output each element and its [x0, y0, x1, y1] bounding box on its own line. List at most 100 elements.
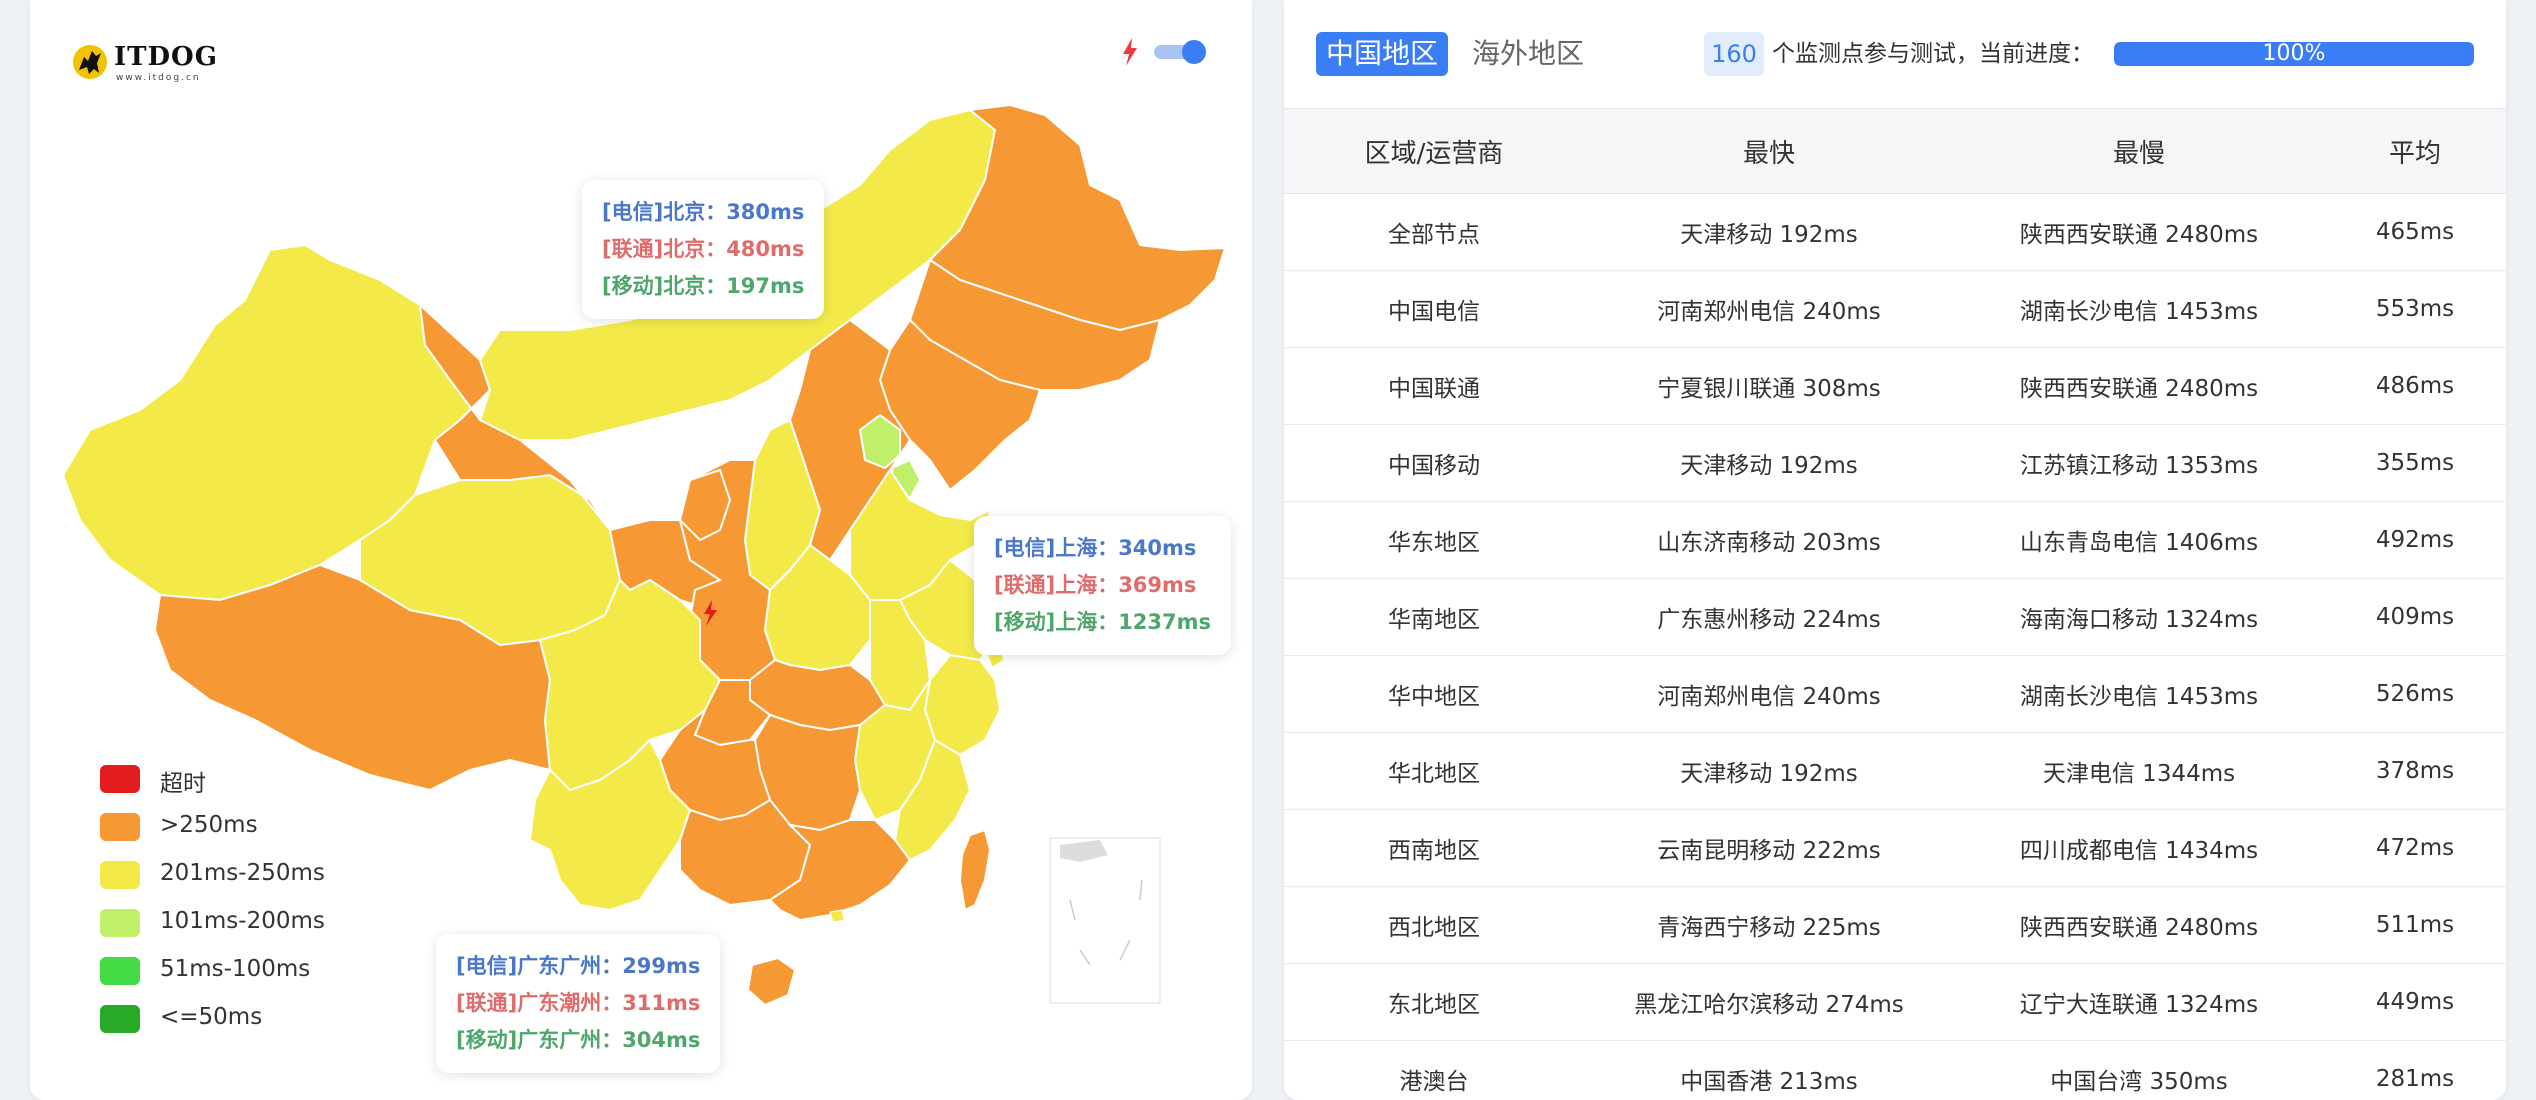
legend-item-gt250[interactable]: >250ms [100, 810, 360, 841]
legend-label: 51ms-100ms [160, 956, 311, 982]
cell-region: 华中地区 [1284, 655, 1584, 733]
table-row[interactable]: 西南地区 云南昆明移动 222ms 四川成都电信 1434ms 472ms [1284, 809, 2506, 887]
progress-label: 100% [2262, 42, 2326, 66]
cell-average: 355ms [2324, 424, 2506, 502]
cell-average: 553ms [2324, 270, 2506, 348]
cell-fastest: 云南昆明移动 222ms [1584, 809, 1954, 887]
legend-item-51-100[interactable]: 51ms-100ms [100, 954, 360, 985]
cell-region: 港澳台 [1284, 1040, 1584, 1100]
legend-label: 201ms-250ms [160, 860, 325, 886]
cell-slowest: 四川成都电信 1434ms [1954, 809, 2324, 887]
legend-swatch [100, 909, 140, 937]
tooltip-beijing: [电信]北京：380ms [联通]北京：480ms [移动]北京：197ms [582, 180, 825, 319]
header-slowest[interactable]: 最慢 [1954, 108, 2324, 194]
cell-region: 中国联通 [1284, 347, 1584, 425]
legend-item-le50[interactable]: <=50ms [100, 1002, 360, 1033]
results-body: 全部节点 天津移动 192ms 陕西西安联通 2480ms 465ms 中国电信 河南郑州… [1284, 193, 2506, 1100]
cell-average: 449ms [2324, 963, 2506, 1041]
cell-average: 526ms [2324, 655, 2506, 733]
legend-label: 101ms-200ms [160, 908, 325, 934]
inset-island [1060, 840, 1108, 862]
tooltip-shanghai: [电信]上海：340ms [联通]上海：369ms [移动]上海：1237ms [974, 516, 1232, 655]
cell-fastest: 天津移动 192ms [1584, 424, 1954, 502]
cell-slowest: 天津电信 1344ms [1954, 732, 2324, 810]
progress-caption: 个监测点参与测试，当前进度： [1772, 41, 2094, 67]
cell-region: 华东地区 [1284, 501, 1584, 579]
cell-average: 281ms [2324, 1040, 2506, 1100]
legend-swatch [100, 1005, 140, 1033]
legend-label: <=50ms [160, 1004, 263, 1030]
cell-slowest: 江苏镇江移动 1353ms [1954, 424, 2324, 502]
cell-slowest: 山东青岛电信 1406ms [1954, 501, 2324, 579]
cell-fastest: 河南郑州电信 240ms [1584, 655, 1954, 733]
cell-average: 378ms [2324, 732, 2506, 810]
legend-label: 超时 [160, 771, 206, 797]
cell-fastest: 青海西宁移动 225ms [1584, 886, 1954, 964]
tab-domestic[interactable]: 中国地区 [1316, 32, 1448, 76]
cell-region: 华北地区 [1284, 732, 1584, 810]
cell-slowest: 中国台湾 350ms [1954, 1040, 2324, 1100]
cell-fastest: 宁夏银川联通 308ms [1584, 347, 1954, 425]
cell-average: 472ms [2324, 809, 2506, 887]
table-row[interactable]: 全部节点 天津移动 192ms 陕西西安联通 2480ms 465ms [1284, 193, 2506, 271]
cell-slowest: 湖南长沙电信 1453ms [1954, 655, 2324, 733]
header-average[interactable]: 平均 [2324, 108, 2506, 194]
tooltip-line-telecom: [电信]北京：380ms [602, 200, 805, 224]
cell-slowest: 陕西西安联通 2480ms [1954, 886, 2324, 964]
table-row[interactable]: 华北地区 天津移动 192ms 天津电信 1344ms 378ms [1284, 732, 2506, 810]
south-china-sea-inset [1049, 837, 1161, 1004]
progress-bar: 100% [2114, 42, 2474, 66]
probe-count-badge: 160 [1704, 32, 1764, 76]
cell-slowest: 湖南长沙电信 1453ms [1954, 270, 2324, 348]
legend-swatch [100, 861, 140, 889]
cell-region: 西北地区 [1284, 886, 1584, 964]
inset-dashes [1069, 879, 1143, 966]
tooltip-line-mobile: [移动]上海：1237ms [994, 610, 1212, 634]
table-row[interactable]: 中国联通 宁夏银川联通 308ms 陕西西安联通 2480ms 486ms [1284, 347, 2506, 425]
cell-fastest: 天津移动 192ms [1584, 732, 1954, 810]
cell-region: 中国移动 [1284, 424, 1584, 502]
cell-average: 492ms [2324, 501, 2506, 579]
tooltip-line-unicom: [联通]上海：369ms [994, 573, 1197, 597]
table-row[interactable]: 中国电信 河南郑州电信 240ms 湖南长沙电信 1453ms 553ms [1284, 270, 2506, 348]
province-taiwan[interactable] [958, 828, 992, 912]
legend-item-101-200[interactable]: 101ms-200ms [100, 906, 360, 937]
tooltip-line-mobile: [移动]北京：197ms [602, 274, 805, 298]
table-row[interactable]: 华东地区 山东济南移动 203ms 山东青岛电信 1406ms 492ms [1284, 501, 2506, 579]
cell-fastest: 广东惠州移动 224ms [1584, 578, 1954, 656]
legend-item-201-250[interactable]: 201ms-250ms [100, 858, 360, 889]
tab-overseas[interactable]: 海外地区 [1472, 32, 1584, 76]
tooltip-line-unicom: [联通]广东潮州：311ms [456, 991, 701, 1015]
table-row[interactable]: 华南地区 广东惠州移动 224ms 海南海口移动 1324ms 409ms [1284, 578, 2506, 656]
cell-slowest: 海南海口移动 1324ms [1954, 578, 2324, 656]
results-panel: 中国地区 海外地区 160 个监测点参与测试，当前进度： 100% 区域/运营商… [1284, 0, 2506, 1100]
table-row[interactable]: 华中地区 河南郑州电信 240ms 湖南长沙电信 1453ms 526ms [1284, 655, 2506, 733]
legend-swatch [100, 813, 140, 841]
table-header-row: 区域/运营商 最快 最慢 平均 [1284, 108, 2506, 194]
cell-slowest: 辽宁大连联通 1324ms [1954, 963, 2324, 1041]
tooltip-line-telecom: [电信]上海：340ms [994, 536, 1197, 560]
tooltip-line-telecom: [电信]广东广州：299ms [456, 954, 701, 978]
table-row[interactable]: 港澳台 中国香港 213ms 中国台湾 350ms 281ms [1284, 1040, 2506, 1100]
legend-swatch [100, 957, 140, 985]
cell-fastest: 黑龙江哈尔滨移动 274ms [1584, 963, 1954, 1041]
header-fastest[interactable]: 最快 [1584, 108, 1954, 194]
legend-label: >250ms [160, 812, 258, 838]
results-toolbar: 中国地区 海外地区 160 个监测点参与测试，当前进度： 100% [1284, 0, 2506, 108]
results-table: 区域/运营商 最快 最慢 平均 全部节点 天津移动 192ms 陕西西安联通 248… [1284, 108, 2506, 1100]
cell-region: 全部节点 [1284, 193, 1584, 271]
legend-swatch [100, 765, 140, 793]
header-region[interactable]: 区域/运营商 [1284, 108, 1584, 194]
cell-region: 西南地区 [1284, 809, 1584, 887]
cell-slowest: 陕西西安联通 2480ms [1954, 193, 2324, 271]
province-hongkong[interactable] [829, 909, 845, 923]
legend-item-timeout[interactable]: 超时 [100, 762, 360, 797]
cell-average: 409ms [2324, 578, 2506, 656]
cell-fastest: 天津移动 192ms [1584, 193, 1954, 271]
table-row[interactable]: 中国移动 天津移动 192ms 江苏镇江移动 1353ms 355ms [1284, 424, 2506, 502]
cell-fastest: 中国香港 213ms [1584, 1040, 1954, 1100]
table-row[interactable]: 西北地区 青海西宁移动 225ms 陕西西安联通 2480ms 511ms [1284, 886, 2506, 964]
cell-average: 511ms [2324, 886, 2506, 964]
table-row[interactable]: 东北地区 黑龙江哈尔滨移动 274ms 辽宁大连联通 1324ms 449ms [1284, 963, 2506, 1041]
province-hainan[interactable] [746, 956, 797, 1007]
